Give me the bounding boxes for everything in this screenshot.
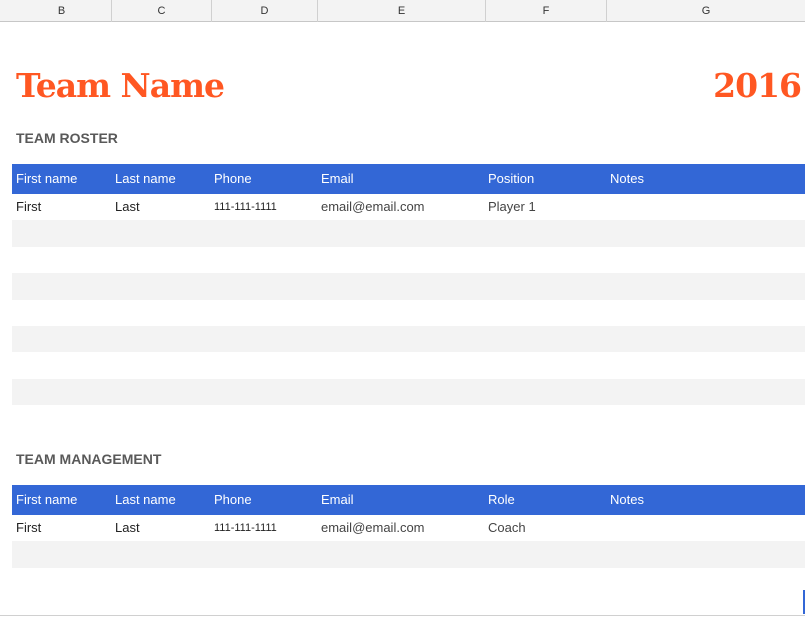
roster-header-phone[interactable]: Phone xyxy=(214,164,252,194)
team-name-title[interactable]: Team Name xyxy=(16,66,225,105)
table-row xyxy=(12,352,805,378)
cell-phone[interactable]: 111-111-1111 xyxy=(214,194,277,220)
column-header-b[interactable]: B xyxy=(12,0,112,22)
column-header-c[interactable]: C xyxy=(112,0,212,22)
management-header-notes[interactable]: Notes xyxy=(610,485,644,515)
table-row xyxy=(12,378,805,406)
roster-header-first-name[interactable]: First name xyxy=(16,164,77,194)
roster-header-position[interactable]: Position xyxy=(488,164,534,194)
table-row: First Last 111-111-1111 email@email.com Play… xyxy=(12,194,805,220)
cell-email[interactable]: email@email.com xyxy=(321,515,425,541)
roster-header-notes[interactable]: Notes xyxy=(610,164,644,194)
column-header-e[interactable]: E xyxy=(318,0,486,22)
management-header-phone[interactable]: Phone xyxy=(214,485,252,515)
table-row: First Last 111-111-1111 email@email.com Coac… xyxy=(12,515,805,541)
roster-body: First Last 111-111-1111 email@email.com Play… xyxy=(12,194,805,406)
cell-email[interactable]: email@email.com xyxy=(321,194,425,220)
column-header-d[interactable]: D xyxy=(212,0,318,22)
management-table: First name Last name Phone Email Role No… xyxy=(12,485,805,568)
management-header-role[interactable]: Role xyxy=(488,485,515,515)
cell-first-name[interactable]: First xyxy=(16,515,41,541)
roster-header-email[interactable]: Email xyxy=(321,164,354,194)
table-row xyxy=(12,220,805,247)
management-header-row: First name Last name Phone Email Role No… xyxy=(12,485,805,515)
cell-last-name[interactable]: Last xyxy=(115,515,140,541)
cell-first-name[interactable]: First xyxy=(16,194,41,220)
management-header-first-name[interactable]: First name xyxy=(16,485,77,515)
management-section-title[interactable]: TEAM MANAGEMENT xyxy=(16,451,161,467)
cell-position[interactable]: Coach xyxy=(488,515,526,541)
roster-header-last-name[interactable]: Last name xyxy=(115,164,176,194)
roster-header-row: First name Last name Phone Email Positio… xyxy=(12,164,805,194)
table-row xyxy=(12,273,805,300)
table-row xyxy=(12,325,805,353)
management-body: First Last 111-111-1111 email@email.com Coac… xyxy=(12,515,805,568)
table-row xyxy=(12,300,805,326)
column-header-f[interactable]: F xyxy=(486,0,607,22)
season-year[interactable]: 2016 xyxy=(713,66,802,105)
column-header-g[interactable]: G xyxy=(607,0,805,22)
roster-table: First name Last name Phone Email Positio… xyxy=(12,164,805,406)
cell-position[interactable]: Player 1 xyxy=(488,194,536,220)
cell-phone[interactable]: 111-111-1111 xyxy=(214,515,277,541)
management-header-last-name[interactable]: Last name xyxy=(115,485,176,515)
roster-section-title[interactable]: TEAM ROSTER xyxy=(16,130,118,146)
cell-last-name[interactable]: Last xyxy=(115,194,140,220)
column-header-bar: B C D E F G xyxy=(0,0,805,22)
table-row xyxy=(12,247,805,273)
table-row xyxy=(12,541,805,568)
sheet-bottom-border xyxy=(0,615,805,616)
management-header-email[interactable]: Email xyxy=(321,485,354,515)
